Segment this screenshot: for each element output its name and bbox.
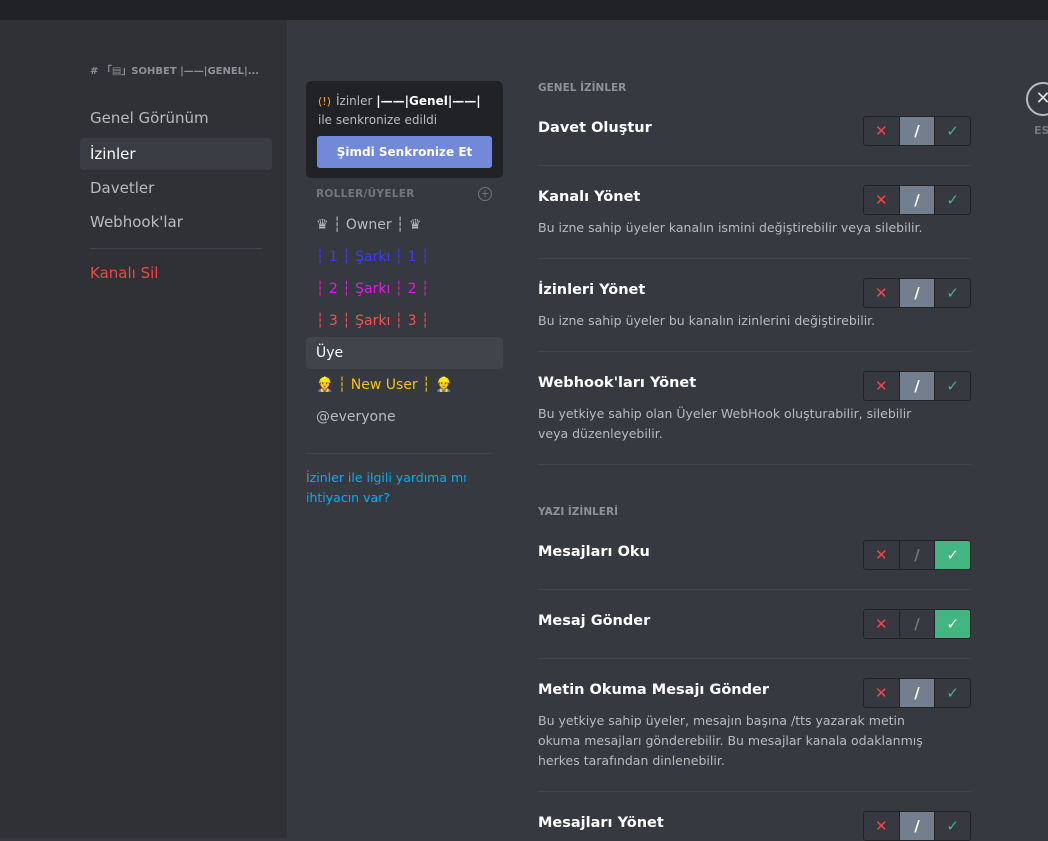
permission-divider (538, 165, 972, 166)
permission-divider (538, 351, 972, 352)
section-general-permissions: GENEL İZİNLER (538, 82, 627, 94)
permission-description: Bu izne sahip üyeler kanalın ismini deği… (538, 220, 923, 235)
deny-icon[interactable]: ✕ (864, 372, 899, 400)
neutral-icon[interactable]: ∕ (898, 186, 936, 214)
permission-name: Mesajları Yönet (538, 815, 664, 831)
permissions-help-link[interactable]: İzinler ile ilgili yardıma mı ihtiyacın … (306, 468, 491, 508)
permission-toggle: ✕ ∕ ✓ (863, 185, 971, 215)
sync-message: (!) İzinler |——|Genel|——| ile senkronize … (318, 92, 498, 129)
permission-toggle: ✕ ∕ ✓ (863, 678, 971, 708)
sync-now-button[interactable]: Şimdi Senkronize Et (317, 136, 492, 168)
sidebar-item-webhooks[interactable]: Webhook'lar (80, 206, 272, 238)
permission-divider (538, 464, 972, 465)
permission-divider (538, 791, 972, 792)
roles-divider (306, 453, 493, 454)
neutral-icon[interactable]: ∕ (898, 812, 936, 840)
window-titlebar (0, 0, 1048, 20)
neutral-icon[interactable]: ∕ (898, 279, 936, 307)
close-icon[interactable]: ✕ (1026, 82, 1048, 116)
neutral-icon[interactable]: ∕ (898, 610, 936, 638)
sync-category-name: |——|Genel|——| (376, 94, 481, 108)
role-item-sarki-1[interactable]: ┆ 1 ┆ Şarkı ┆ 1 ┆ (306, 241, 503, 273)
role-item-uye[interactable]: Üye (306, 337, 503, 369)
permission-divider (538, 258, 972, 259)
allow-icon[interactable]: ✓ (935, 372, 970, 400)
deny-icon[interactable]: ✕ (864, 679, 899, 707)
permission-name: Metin Okuma Mesajı Gönder (538, 682, 769, 698)
permission-toggle: ✕ ∕ ✓ (863, 278, 971, 308)
permission-divider (538, 589, 972, 590)
channel-header: # 「▤」SOHBET |——|GENEL|... (90, 66, 260, 77)
role-item-sarki-3[interactable]: ┆ 3 ┆ Şarkı ┆ 3 ┆ (306, 305, 503, 337)
neutral-icon[interactable]: ∕ (898, 372, 936, 400)
deny-icon[interactable]: ✕ (864, 186, 899, 214)
sidebar-item-invites[interactable]: Davetler (80, 172, 272, 204)
role-item-sarki-2[interactable]: ┆ 2 ┆ Şarkı ┆ 2 ┆ (306, 273, 503, 305)
deny-icon[interactable]: ✕ (864, 541, 899, 569)
allow-icon[interactable]: ✓ (935, 117, 970, 145)
deny-icon[interactable]: ✕ (864, 279, 899, 307)
allow-icon[interactable]: ✓ (935, 279, 970, 307)
delete-channel-button[interactable]: Kanalı Sil (80, 257, 272, 289)
allow-icon[interactable]: ✓ (935, 186, 970, 214)
permission-name: Davet Oluştur (538, 120, 652, 136)
section-text-permissions: YAZI İZİNLERİ (538, 506, 618, 518)
sync-text-prefix: İzinler (336, 94, 373, 108)
role-item-owner[interactable]: ♛ ┆ Owner ┆ ♛ (306, 209, 503, 241)
deny-icon[interactable]: ✕ (864, 117, 899, 145)
role-item-everyone[interactable]: @everyone (306, 401, 503, 433)
add-role-icon[interactable]: + (478, 187, 492, 201)
allow-icon[interactable]: ✓ (935, 812, 970, 840)
permission-toggle: ✕ ∕ ✓ (863, 540, 971, 570)
permission-name: İzinleri Yönet (538, 282, 646, 298)
sidebar-item-permissions[interactable]: İzinler (80, 138, 272, 170)
deny-icon[interactable]: ✕ (864, 610, 899, 638)
permission-name: Kanalı Yönet (538, 189, 641, 205)
sidebar-divider (90, 248, 262, 249)
roles-header: ROLLER/ÜYELER (316, 188, 415, 200)
permission-toggle: ✕ ∕ ✓ (863, 811, 971, 841)
esc-label: ESC (1034, 124, 1048, 137)
neutral-icon[interactable]: ∕ (898, 541, 936, 569)
permission-name: Mesajları Oku (538, 544, 650, 560)
permission-toggle: ✕ ∕ ✓ (863, 609, 971, 639)
permission-description: Bu izne sahip üyeler bu kanalın izinleri… (538, 313, 876, 328)
role-item-new-user[interactable]: 👷 ┆ New User ┆ 👷 (306, 369, 503, 401)
deny-icon[interactable]: ✕ (864, 812, 899, 840)
sidebar-item-overview[interactable]: Genel Görünüm (80, 102, 272, 134)
sync-card: (!) İzinler |——|Genel|——| ile senkronize … (306, 81, 503, 178)
permission-toggle: ✕ ∕ ✓ (863, 371, 971, 401)
permission-description: Bu yetkiye sahip olan Üyeler WebHook olu… (538, 406, 912, 441)
permission-divider (538, 658, 972, 659)
allow-icon[interactable]: ✓ (935, 679, 970, 707)
neutral-icon[interactable]: ∕ (898, 679, 936, 707)
permission-description: Bu yetkiye sahip üyeler, mesajın başına … (538, 713, 923, 768)
permission-name: Webhook'ları Yönet (538, 375, 697, 391)
permission-name: Mesaj Gönder (538, 613, 651, 629)
allow-icon[interactable]: ✓ (935, 610, 970, 638)
allow-icon[interactable]: ✓ (935, 541, 970, 569)
warning-icon: (!) (318, 95, 331, 108)
neutral-icon[interactable]: ∕ (898, 117, 936, 145)
sync-text-suffix: ile senkronize edildi (318, 113, 438, 127)
permission-toggle: ✕ ∕ ✓ (863, 116, 971, 146)
